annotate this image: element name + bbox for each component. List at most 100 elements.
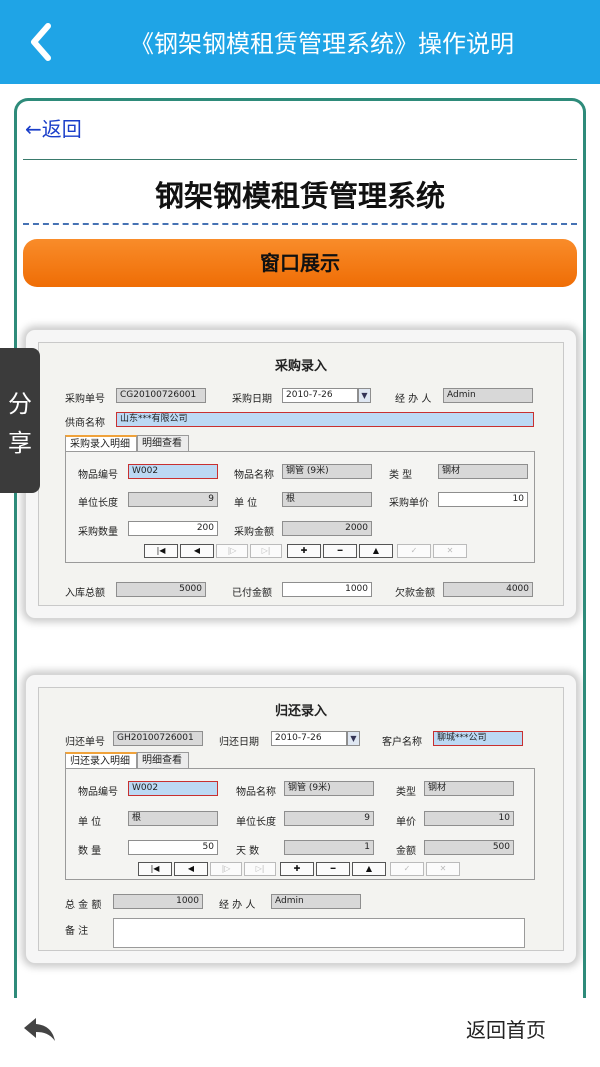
tab-detail-view[interactable]: 明细查看: [137, 752, 189, 768]
prev-record-button[interactable]: ◀: [174, 862, 208, 876]
document-title: 钢架钢模租赁管理系统: [154, 179, 445, 213]
handler-field: Admin: [271, 894, 361, 909]
back-arrow-icon[interactable]: [22, 18, 62, 66]
cancel-button[interactable]: ✕: [426, 862, 460, 876]
paid-label: 已付金额: [232, 588, 272, 599]
amount-field: 500: [424, 840, 514, 855]
remove-row-button[interactable]: ━: [323, 544, 357, 558]
handler-field: Admin: [443, 388, 533, 403]
section-banner: 窗口展示: [23, 239, 577, 287]
unit-length-label: 单位长度: [236, 817, 276, 828]
date-field: 2010-7-26: [282, 388, 358, 403]
qty-field[interactable]: 200: [128, 521, 218, 536]
type-label: 类 型: [389, 470, 413, 481]
amount-field: 2000: [282, 521, 372, 536]
back-link[interactable]: ←返回: [25, 113, 82, 142]
item-name-field: 钢管 (9米): [284, 781, 374, 796]
item-name-label: 物品名称: [236, 787, 276, 798]
supplier-label: 供商名称: [65, 418, 105, 429]
chevron-down-icon: ▼: [358, 388, 371, 403]
unit-label: 单 位: [234, 498, 258, 509]
cancel-button[interactable]: ✕: [433, 544, 467, 558]
tab-detail-entry[interactable]: 采购录入明细: [65, 435, 137, 451]
amount-label: 金额: [396, 846, 416, 857]
qty-label: 数 量: [78, 846, 102, 857]
days-field: 1: [284, 840, 374, 855]
prev-record-button[interactable]: ◀: [180, 544, 214, 558]
total-field: 1000: [113, 894, 203, 909]
unit-price-label: 单价: [396, 817, 416, 828]
chevron-down-icon: ▼: [347, 731, 360, 746]
confirm-button[interactable]: ✓: [397, 544, 431, 558]
detail-tabs: 采购录入明细 明细查看: [65, 435, 265, 451]
first-record-button[interactable]: |◀: [138, 862, 172, 876]
window-title: 归还录入: [274, 704, 327, 719]
order-no-field: GH20100726001: [113, 731, 203, 746]
item-name-label: 物品名称: [234, 470, 274, 481]
move-up-button[interactable]: ▲: [359, 544, 393, 558]
memo-field[interactable]: [113, 918, 525, 948]
date-field: 2010-7-26: [271, 731, 347, 746]
confirm-button[interactable]: ✓: [390, 862, 424, 876]
divider: [23, 159, 577, 160]
detail-panel: 物品编号 W002 物品名称 钢管 (9米) 类 型 钢材 单位长度 9 单 位…: [65, 451, 535, 563]
customer-label: 客户名称: [382, 737, 422, 748]
type-field: 钢材: [438, 464, 528, 479]
dashed-divider: [23, 223, 577, 225]
item-no-field: W002: [128, 781, 218, 796]
qty-field[interactable]: 50: [128, 840, 218, 855]
order-no-label: 归还单号: [65, 737, 105, 748]
add-row-button[interactable]: ✚: [287, 544, 321, 558]
unit-length-label: 单位长度: [78, 498, 118, 509]
item-name-field: 钢管 (9米): [282, 464, 372, 479]
days-label: 天 数: [236, 846, 260, 857]
memo-label: 备 注: [65, 926, 89, 937]
next-record-button[interactable]: |▷: [210, 862, 242, 876]
return-window-screenshot: 归还录入 归还单号 GH20100726001 归还日期 2010-7-26 ▼…: [25, 674, 577, 964]
move-up-button[interactable]: ▲: [352, 862, 386, 876]
remove-row-button[interactable]: ━: [316, 862, 350, 876]
share-label-char: 享: [8, 429, 32, 457]
type-field: 钢材: [424, 781, 514, 796]
total-label: 总 金 额: [65, 900, 102, 911]
purchase-window: 采购录入 采购单号 CG20100726001 采购日期 2010-7-26 ▼…: [38, 342, 564, 606]
tab-detail-entry[interactable]: 归还录入明细: [65, 752, 137, 768]
handler-label: 经 办 人: [395, 394, 432, 405]
home-link[interactable]: 返回首页: [466, 1014, 546, 1043]
amount-label: 采购金额: [234, 527, 274, 538]
unit-price-label: 采购单价: [389, 498, 429, 509]
detail-panel: 物品编号 W002 物品名称 钢管 (9米) 类型 钢材 单 位 根 单位长度 …: [65, 768, 535, 880]
content-frame: ←返回 钢架钢模租赁管理系统 窗口展示 采购录入 采购单号 CG20100726…: [14, 98, 586, 998]
next-record-button[interactable]: |▷: [216, 544, 248, 558]
supplier-field: 山东***有限公司: [116, 412, 534, 427]
share-button[interactable]: 分 享: [0, 348, 40, 493]
customer-field: 聊城***公司: [433, 731, 523, 746]
add-row-button[interactable]: ✚: [280, 862, 314, 876]
owed-label: 欠款金额: [395, 588, 435, 599]
unit-length-field: 9: [128, 492, 218, 507]
reply-arrow-icon[interactable]: [22, 1014, 58, 1044]
detail-tabs: 归还录入明细 明细查看: [65, 752, 265, 768]
unit-field: 根: [128, 811, 218, 826]
item-no-field: W002: [128, 464, 218, 479]
unit-price-field[interactable]: 10: [438, 492, 528, 507]
order-no-label: 采购单号: [65, 394, 105, 405]
last-record-button[interactable]: ▷|: [250, 544, 282, 558]
item-no-label: 物品编号: [78, 787, 118, 798]
tab-detail-view[interactable]: 明细查看: [137, 435, 189, 451]
unit-length-field: 9: [284, 811, 374, 826]
order-no-field: CG20100726001: [116, 388, 206, 403]
page-title: 《钢架钢模租赁管理系统》操作说明: [130, 30, 514, 58]
window-title: 采购录入: [274, 359, 327, 374]
owed-field: 4000: [443, 582, 533, 597]
last-record-button[interactable]: ▷|: [244, 862, 276, 876]
stock-total-field: 5000: [116, 582, 206, 597]
purchase-window-screenshot: 采购录入 采购单号 CG20100726001 采购日期 2010-7-26 ▼…: [25, 329, 577, 619]
handler-label: 经 办 人: [219, 900, 256, 911]
return-window: 归还录入 归还单号 GH20100726001 归还日期 2010-7-26 ▼…: [38, 687, 564, 951]
item-no-label: 物品编号: [78, 470, 118, 481]
date-label: 采购日期: [232, 394, 272, 405]
paid-field[interactable]: 1000: [282, 582, 372, 597]
first-record-button[interactable]: |◀: [144, 544, 178, 558]
app-bar: 《钢架钢模租赁管理系统》操作说明: [0, 0, 600, 84]
